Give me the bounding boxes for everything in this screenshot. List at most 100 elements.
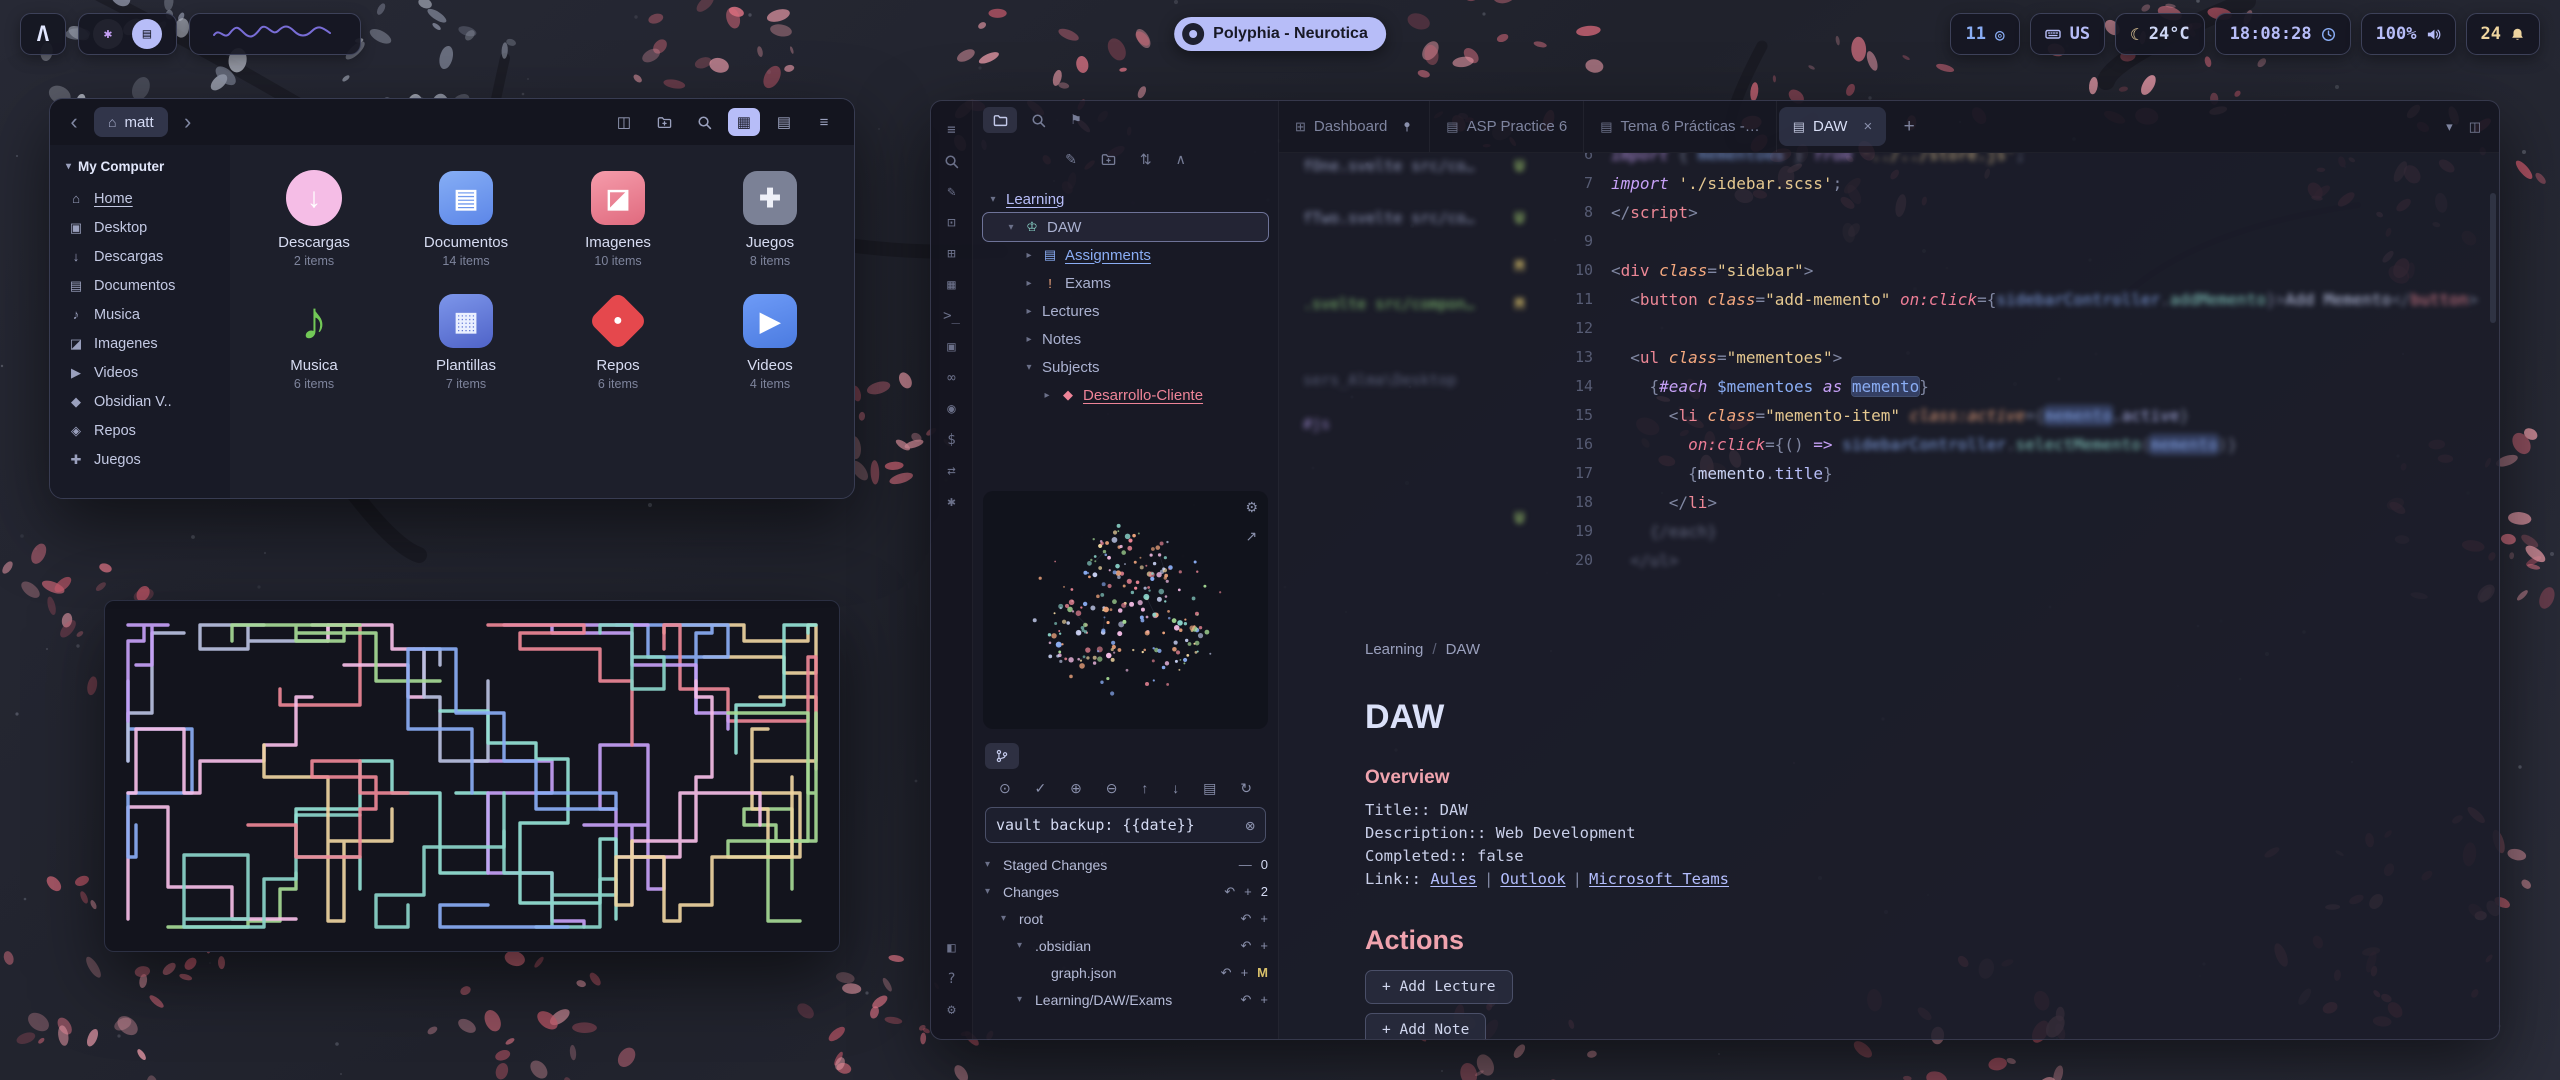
git-commit-dot-button[interactable]: ⊙ (999, 780, 1011, 797)
launcher-button[interactable]: Λ (20, 13, 66, 55)
explorer-item-notes[interactable]: ▸Notes (983, 325, 1268, 353)
workspace-switcher[interactable]: ✱▤ (78, 13, 177, 55)
sidebar-item-home[interactable]: ⌂Home (60, 184, 220, 213)
menu-button[interactable]: ≡ (808, 108, 840, 136)
sidebar-item-documentos[interactable]: ▤Documentos (60, 271, 220, 300)
tab-dashboard[interactable]: ⊞Dashboard (1279, 101, 1430, 152)
breadcrumb-segment[interactable]: DAW (1446, 641, 1480, 658)
sidebar-header[interactable]: ▾ My Computer (60, 157, 220, 184)
ribbon-vault-button[interactable]: ◧ (938, 934, 966, 962)
explorer-item-lectures[interactable]: ▸Lectures (983, 297, 1268, 325)
ribbon-infinity-button[interactable]: ∞ (938, 364, 966, 392)
module-notifications[interactable]: 24 (2466, 13, 2540, 55)
tabbar-split-button[interactable]: ◫ (2469, 119, 2481, 135)
split-button[interactable]: ◫ (608, 108, 640, 136)
folder-musica[interactable]: ♪Musica6 items (238, 284, 390, 395)
sidebar-item-imagenes[interactable]: ◪Imagenes (60, 329, 220, 358)
tab-daw[interactable]: ▤DAW× (1779, 107, 1887, 146)
git-undo-button[interactable]: ↶ (1241, 938, 1252, 954)
ribbon-terminal-button[interactable]: >_ (938, 302, 966, 330)
explorer-item-exams[interactable]: ▸!Exams (983, 269, 1268, 297)
workspace-1[interactable]: ✱ (93, 19, 123, 49)
git-plus-button[interactable]: + (1260, 938, 1268, 953)
git-branch-icon[interactable] (985, 743, 1019, 769)
git-row-changes[interactable]: ▾Changes↶+2 (983, 878, 1268, 905)
sidebar-item-repos[interactable]: ◈Repos (60, 416, 220, 445)
editor-scrollbar[interactable] (2490, 193, 2496, 323)
ribbon-camera-button[interactable]: ◉ (938, 395, 966, 423)
git-plus-button[interactable]: + (1260, 911, 1268, 926)
grid-button[interactable]: ▦ (728, 108, 760, 136)
ribbon-settings-button[interactable]: ⚙ (938, 996, 966, 1024)
ribbon-layout-button[interactable]: ⊞ (938, 240, 966, 268)
ribbon-swap-button[interactable]: ⇄ (938, 457, 966, 485)
git-undo-button[interactable]: ↶ (1224, 884, 1235, 900)
sidebar-item-obsidian-v[interactable]: ◆Obsidian V.. (60, 387, 220, 416)
explorer-item-daw[interactable]: ▾♔DAW (983, 213, 1268, 241)
module-weather[interactable]: ☾24°C (2115, 13, 2205, 55)
link-microsoft-teams[interactable]: Microsoft Teams (1589, 870, 1729, 888)
forward-button[interactable]: › (178, 111, 198, 133)
new-folder-button[interactable] (648, 108, 680, 136)
graph-expand-button[interactable]: ↗ (1245, 528, 1258, 545)
clear-icon[interactable]: ⊗ (1245, 816, 1255, 835)
graph-gear-button[interactable]: ⚙ (1245, 499, 1258, 516)
git-pull-button[interactable]: ↓ (1172, 780, 1179, 796)
sidebar-item-descargas[interactable]: ↓Descargas (60, 242, 220, 271)
ribbon-search-button[interactable] (938, 147, 966, 175)
git-row-root[interactable]: ▾root↶+ (983, 905, 1268, 932)
git-push-button[interactable]: ↑ (1141, 780, 1148, 796)
search-button[interactable] (688, 108, 720, 136)
git-row-graph-json[interactable]: graph.json↶+M (983, 959, 1268, 986)
git-unstage-button[interactable]: ⊖ (1106, 780, 1118, 797)
git-dash-button[interactable]: — (1239, 857, 1252, 872)
folder-plantillas[interactable]: ▦Plantillas7 items (390, 284, 542, 395)
link-aules[interactable]: Aules (1430, 870, 1477, 888)
git-plus-button[interactable]: + (1244, 884, 1252, 899)
back-button[interactable]: ‹ (64, 111, 84, 133)
editor-area[interactable]: fOne.svelte src/co…UfTwo.svelte src/co…U… (1279, 153, 2499, 1039)
git-row-obsidian[interactable]: ▾.obsidian↶+ (983, 932, 1268, 959)
git-plus-button[interactable]: + (1260, 992, 1268, 1007)
workspace-2[interactable]: ▤ (132, 19, 162, 49)
folder-documentos[interactable]: ▤Documentos14 items (390, 161, 542, 272)
breadcrumb[interactable]: ⌂ matt (94, 107, 168, 137)
explorer-item-subjects[interactable]: ▾Subjects (983, 353, 1268, 381)
git-row-learning-daw-exams[interactable]: ▾Learning/DAW/Exams↶+ (983, 986, 1268, 1013)
ribbon-book-button[interactable]: ▣ (938, 333, 966, 361)
module-volume[interactable]: 100% (2361, 13, 2456, 55)
folder-descargas[interactable]: ↓Descargas2 items (238, 161, 390, 272)
sidebar-item-videos[interactable]: ▶Videos (60, 358, 220, 387)
sidebar-item-desktop[interactable]: ▣Desktop (60, 213, 220, 242)
ribbon-dollar-button[interactable]: $ (938, 426, 966, 454)
panel-tab-search[interactable] (1021, 107, 1055, 133)
folder-juegos[interactable]: ✚Juegos8 items (694, 161, 846, 272)
add-lecture-button[interactable]: + Add Lecture (1365, 970, 1513, 1004)
commit-message-input[interactable]: vault backup: {{date}} ⊗ (985, 807, 1266, 843)
folder-imagenes[interactable]: ◪Imagenes10 items (542, 161, 694, 272)
sidebar-item-juegos[interactable]: ✚Juegos (60, 445, 220, 474)
close-icon[interactable]: × (1863, 118, 1872, 135)
git-check-button[interactable]: ✓ (1035, 780, 1047, 797)
explorer-sort-button[interactable]: ⇅ (1140, 151, 1152, 168)
breadcrumb-segment[interactable]: Learning (1365, 641, 1423, 658)
graph-view-pane[interactable]: ⚙↗ (983, 491, 1268, 729)
folder-videos[interactable]: ▶Videos4 items (694, 284, 846, 395)
panel-tab-folder[interactable] (983, 107, 1017, 133)
explorer-item-desarrollo-cliente[interactable]: ▸◆Desarrollo-Cliente (983, 381, 1268, 409)
git-stage-button[interactable]: ⊕ (1070, 780, 1082, 797)
ribbon-calendar-button[interactable]: ▦ (938, 271, 966, 299)
git-undo-button[interactable]: ↶ (1241, 911, 1252, 927)
ribbon-dice-button[interactable]: ⊡ (938, 209, 966, 237)
git-refresh-button[interactable]: ↻ (1240, 780, 1252, 797)
git-list-button[interactable]: ▤ (1203, 780, 1216, 797)
module-keyboard-layout[interactable]: US (2030, 13, 2105, 55)
add-note-button[interactable]: + Add Note (1365, 1013, 1486, 1039)
module-updates[interactable]: 11◎ (1950, 13, 2019, 55)
tab-asp-practice-6[interactable]: ▤ASP Practice 6 (1430, 101, 1584, 152)
folder-repos[interactable]: ●Repos6 items (542, 284, 694, 395)
explorer-item-assignments[interactable]: ▸▤Assignments (983, 241, 1268, 269)
ribbon-sparkle-button[interactable]: ✱ (938, 488, 966, 516)
tabbar-chevron-down-button[interactable]: ▾ (2446, 119, 2453, 135)
ribbon-pencil-button[interactable]: ✎ (938, 178, 966, 206)
